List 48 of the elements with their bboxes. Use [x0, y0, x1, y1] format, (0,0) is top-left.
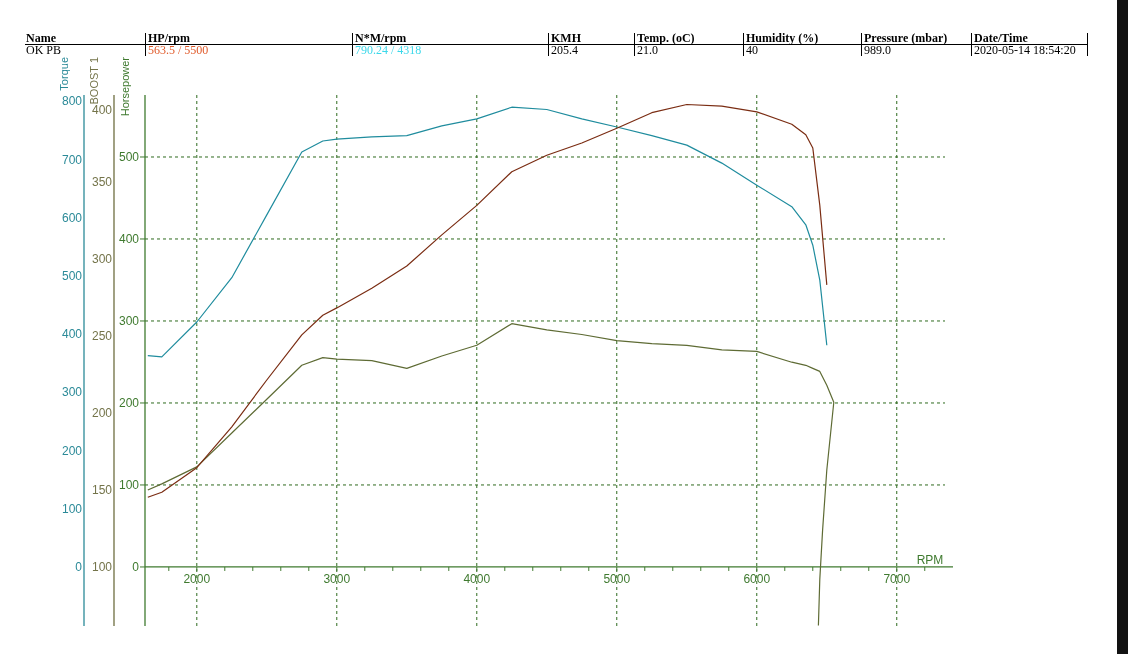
axis-tick-label: 400: [118, 232, 139, 246]
axis-tick-label: 150: [91, 483, 112, 497]
axis-tick-label: 100: [118, 477, 139, 492]
axis-tick-label: 800: [61, 94, 82, 109]
axis-tick-label: 600: [61, 210, 82, 225]
column-header: Name: [26, 31, 56, 45]
axis-tick-label: 3000: [323, 571, 351, 586]
axis-tick-label: 200: [118, 395, 139, 410]
table-cell: 40: [746, 43, 758, 57]
column-header: Date/Time: [974, 31, 1028, 45]
table-cell: 790.24 / 4318: [355, 43, 422, 57]
table-cell: 21.0: [637, 43, 658, 57]
table-cell: 2020-05-14 18:54:20: [974, 43, 1076, 57]
column-header: KMH: [551, 31, 581, 45]
axis-title: Torque: [58, 57, 70, 91]
axis-title: Horsepower: [119, 57, 131, 117]
axis-tick-label: 5000: [603, 571, 631, 586]
table-cell: 205.4: [551, 43, 578, 57]
axis-tick-label: 350: [91, 175, 112, 189]
axis-tick-label: 300: [61, 385, 82, 400]
axis-tick-label: 200: [61, 443, 82, 458]
axis-tick-label: 500: [118, 150, 139, 164]
column-header: N*M/rpm: [355, 31, 407, 45]
axis-tick-label: 300: [91, 252, 112, 266]
table-cell: 563.5 / 5500: [148, 43, 209, 57]
axis-tick-label: 500: [61, 269, 82, 283]
axis-title: RPM: [916, 552, 944, 567]
axis-tick-label: 0: [75, 560, 82, 574]
column-header: Humidity (%): [746, 31, 819, 45]
axis-tick-label: 2000: [183, 571, 211, 586]
column-header: Temp. (oC): [637, 31, 695, 45]
axis-tick-label: 400: [91, 103, 112, 117]
table-cell: OK PB: [26, 43, 61, 57]
column-header: Pressure (mbar): [864, 31, 948, 45]
axis-tick-label: 100: [91, 560, 112, 574]
column-header: HP/rpm: [148, 31, 190, 45]
axis-tick-label: 400: [61, 327, 82, 342]
axis-tick-label: 700: [61, 152, 82, 167]
table-cell: 989.0: [864, 43, 891, 57]
axis-tick-label: 7000: [883, 571, 911, 586]
axis-tick-label: 200: [91, 406, 112, 420]
axis-tick-label: 4000: [463, 571, 491, 586]
axis-tick-label: 0: [132, 559, 139, 574]
axis-title: BOOST 1: [88, 57, 100, 105]
axis-tick-label: 6000: [743, 571, 771, 586]
axis-tick-label: 100: [61, 501, 82, 516]
axis-tick-label: 300: [118, 314, 139, 328]
axis-tick-label: 250: [91, 329, 112, 343]
